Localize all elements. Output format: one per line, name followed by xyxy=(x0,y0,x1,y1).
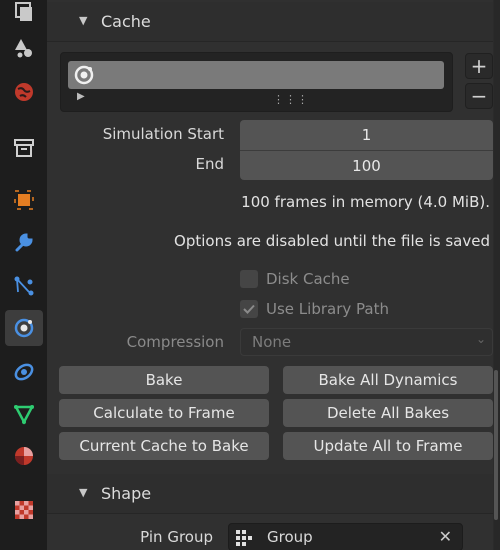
use-library-path-checkbox[interactable]: Use Library Path xyxy=(240,297,389,321)
disk-cache-checkbox[interactable]: Disk Cache xyxy=(240,267,350,291)
cache-panel-title: Cache xyxy=(101,12,151,31)
tab-world[interactable] xyxy=(5,74,43,110)
disk-cache-label: Disk Cache xyxy=(266,270,350,288)
shape-panel-header[interactable]: ▼ Shape xyxy=(47,474,493,514)
tab-modifiers[interactable] xyxy=(5,224,43,260)
tab-scene[interactable] xyxy=(5,30,43,66)
compression-dropdown[interactable]: None ⌄ xyxy=(240,328,493,356)
pin-group-label: Pin Group xyxy=(140,528,213,546)
tab-physics[interactable] xyxy=(5,310,43,346)
world-icon xyxy=(15,83,33,101)
bake-all-dynamics-button[interactable]: Bake All Dynamics xyxy=(283,366,493,394)
cache-panel-header[interactable]: ▼ Cache xyxy=(47,2,493,42)
tab-view-layer[interactable] xyxy=(5,0,43,30)
shape-panel-title: Shape xyxy=(101,484,152,503)
end-frame-field[interactable]: 100 xyxy=(240,150,493,180)
compression-value: None xyxy=(252,333,292,351)
update-all-to-frame-button[interactable]: Update All to Frame xyxy=(283,432,493,460)
tab-particles[interactable] xyxy=(5,268,43,304)
material-icon xyxy=(15,447,33,465)
pin-group-field[interactable]: Group ✕ xyxy=(228,523,463,550)
collapse-triangle-icon: ▼ xyxy=(79,486,88,499)
checkmark-icon xyxy=(243,304,255,314)
checkbox-box[interactable] xyxy=(240,300,258,318)
list-filter-expand-icon[interactable]: ▶ xyxy=(77,91,85,102)
scene-icon xyxy=(15,39,32,58)
physics-properties-panel: ▼ Cache ▶ ⋮⋮⋮ + − Simulation Start 1 End… xyxy=(47,0,493,550)
tab-object[interactable] xyxy=(5,182,43,218)
calculate-to-frame-button[interactable]: Calculate to Frame xyxy=(59,399,269,427)
end-label: End xyxy=(195,155,224,173)
panel-scrollbar[interactable] xyxy=(494,0,500,550)
tab-texture[interactable] xyxy=(5,492,43,528)
list-resize-grip-icon[interactable]: ⋮⋮⋮ xyxy=(273,93,309,106)
physics-icon xyxy=(74,65,94,85)
clear-field-icon[interactable]: ✕ xyxy=(439,527,452,546)
vertex-group-icon xyxy=(236,530,252,546)
view-layer-icon xyxy=(15,2,32,21)
remove-cache-button[interactable]: − xyxy=(465,83,493,109)
collapse-triangle-icon: ▼ xyxy=(79,14,88,27)
cache-list-item[interactable] xyxy=(68,61,444,89)
mesh-data-icon xyxy=(13,405,35,425)
checkbox-box[interactable] xyxy=(240,270,258,288)
tab-collection[interactable] xyxy=(5,130,43,166)
delete-all-bakes-button[interactable]: Delete All Bakes xyxy=(283,399,493,427)
object-icon xyxy=(14,190,34,210)
collection-icon xyxy=(14,139,34,157)
simulation-start-field[interactable]: 1 xyxy=(240,120,493,150)
add-cache-button[interactable]: + xyxy=(465,53,493,79)
simulation-start-label: Simulation Start xyxy=(102,125,224,143)
memory-info-text: 100 frames in memory (4.0 MiB). xyxy=(241,193,490,211)
cache-list[interactable]: ▶ ⋮⋮⋮ xyxy=(60,52,453,112)
pin-group-value: Group xyxy=(267,528,313,546)
tab-material[interactable] xyxy=(5,438,43,474)
wrench-icon xyxy=(15,233,33,252)
constraint-icon xyxy=(14,363,34,381)
current-cache-to-bake-button[interactable]: Current Cache to Bake xyxy=(59,432,269,460)
chevron-down-icon: ⌄ xyxy=(475,332,486,346)
compression-label: Compression xyxy=(126,333,224,351)
physics-icon xyxy=(14,318,34,338)
properties-tab-strip xyxy=(0,0,47,550)
particles-icon xyxy=(14,276,34,296)
tab-constraints[interactable] xyxy=(5,354,43,390)
disabled-info-text: Options are disabled until the file is s… xyxy=(174,232,490,250)
tab-data[interactable] xyxy=(5,396,43,432)
texture-icon xyxy=(15,501,33,519)
scrollbar-thumb[interactable] xyxy=(494,370,498,520)
bake-button[interactable]: Bake xyxy=(59,366,269,394)
use-library-path-label: Use Library Path xyxy=(266,300,389,318)
